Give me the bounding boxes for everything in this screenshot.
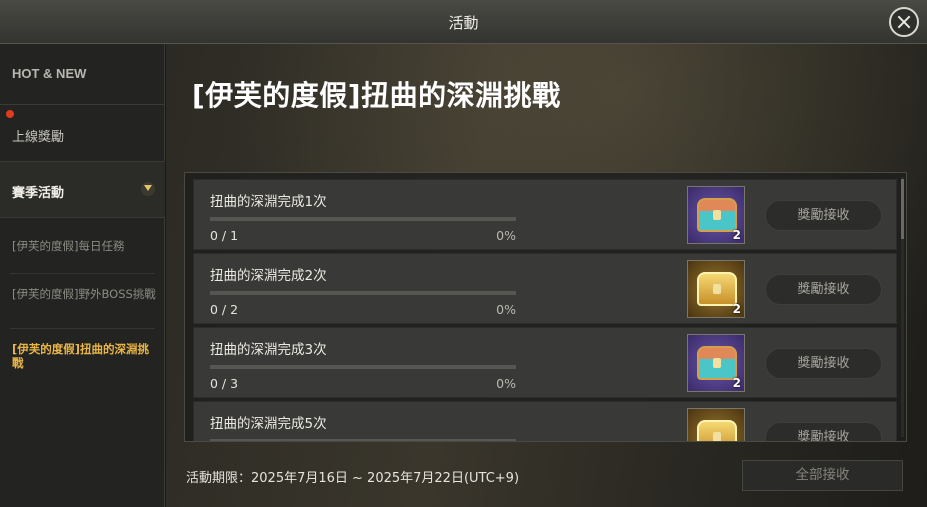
close-icon[interactable] [889,7,919,37]
progress-count: 0 / 3 [210,376,239,391]
mission-list[interactable]: 扭曲的深淵完成1次 0 / 1 0% 2 獎勵接收 扭曲的深淵完成2次 0 / … [184,172,907,442]
progress-percent: 0% [496,376,516,391]
claim-reward-button[interactable]: 獎勵接收 [765,200,882,231]
scrollbar-thumb[interactable] [901,179,904,239]
gold-chest-icon [697,420,737,441]
reward-quantity: 2 [732,228,741,242]
claim-reward-button[interactable]: 獎勵接收 [765,348,882,379]
mission-name: 扭曲的深淵完成2次 [210,268,327,284]
mission-row: 扭曲的深淵完成2次 0 / 2 0% 2 獎勵接收 [193,253,897,324]
mission-row: 扭曲的深淵完成3次 0 / 3 0% 2 獎勵接收 [193,327,897,398]
claim-reward-button[interactable]: 獎勵接收 [765,274,882,305]
reward-slot[interactable]: 2 [687,260,745,318]
sidebar-item-label: 上線獎勵 [12,130,65,145]
reward-slot[interactable]: 2 [687,334,745,392]
sidebar-subitem-field-boss[interactable]: [伊芙的度假]野外BOSS挑戰 [12,287,157,301]
divider [10,273,155,274]
mission-name: 扭曲的深淵完成3次 [210,342,327,358]
teal-chest-icon [697,198,737,232]
sidebar-subitem-daily-task[interactable]: [伊芙的度假]每日任務 [12,239,157,253]
sidebar-item-hot-new[interactable]: HOT & NEW [0,44,165,105]
progress-count: 0 / 1 [210,228,239,243]
sidebar-item-season-event[interactable]: 賽季活動 [0,162,165,218]
progress-bar [210,439,516,441]
progress-bar [210,291,516,295]
progress-percent: 0% [496,302,516,317]
sidebar-item-login-reward[interactable]: 上線獎勵 [0,105,165,162]
progress-percent: 0% [496,228,516,243]
mission-row: 扭曲的深淵完成5次 獎勵接收 [193,401,897,441]
progress-bar [210,365,516,369]
mission-name: 扭曲的深淵完成5次 [210,416,327,432]
main-panel: [伊芙的度假]扭曲的深淵挑戰 扭曲的深淵完成1次 0 / 1 0% 2 獎勵接收… [166,44,927,507]
chevron-down-icon [141,182,155,196]
reward-slot[interactable] [687,408,745,441]
sidebar-item-label: 賽季活動 [12,186,65,201]
claim-reward-button[interactable]: 獎勵接收 [765,422,882,441]
reward-quantity: 2 [732,302,741,316]
notification-dot-icon [6,110,14,118]
title-bar: 活動 [0,0,927,44]
divider [10,328,155,329]
progress-bar [210,217,516,221]
mission-row: 扭曲的深淵完成1次 0 / 1 0% 2 獎勵接收 [193,179,897,250]
reward-slot[interactable]: 2 [687,186,745,244]
page-title: [伊芙的度假]扭曲的深淵挑戰 [192,79,561,112]
gold-chest-icon [697,272,737,306]
claim-all-button[interactable]: 全部接收 [742,460,903,491]
event-period: 活動期限：2025年7月16日 ~ 2025年7月22日(UTC+9) [186,471,520,486]
sidebar-subitem-abyss-challenge[interactable]: [伊芙的度假]扭曲的深淵挑戰 [12,342,157,370]
reward-quantity: 2 [732,376,741,390]
window-title: 活動 [448,14,479,32]
mission-name: 扭曲的深淵完成1次 [210,194,327,210]
teal-chest-icon [697,346,737,380]
progress-count: 0 / 2 [210,302,239,317]
sidebar: HOT & NEW 上線獎勵 賽季活動 [伊芙的度假]每日任務 [伊芙的度假]野… [0,44,165,507]
sidebar-item-label: HOT & NEW [12,66,87,81]
